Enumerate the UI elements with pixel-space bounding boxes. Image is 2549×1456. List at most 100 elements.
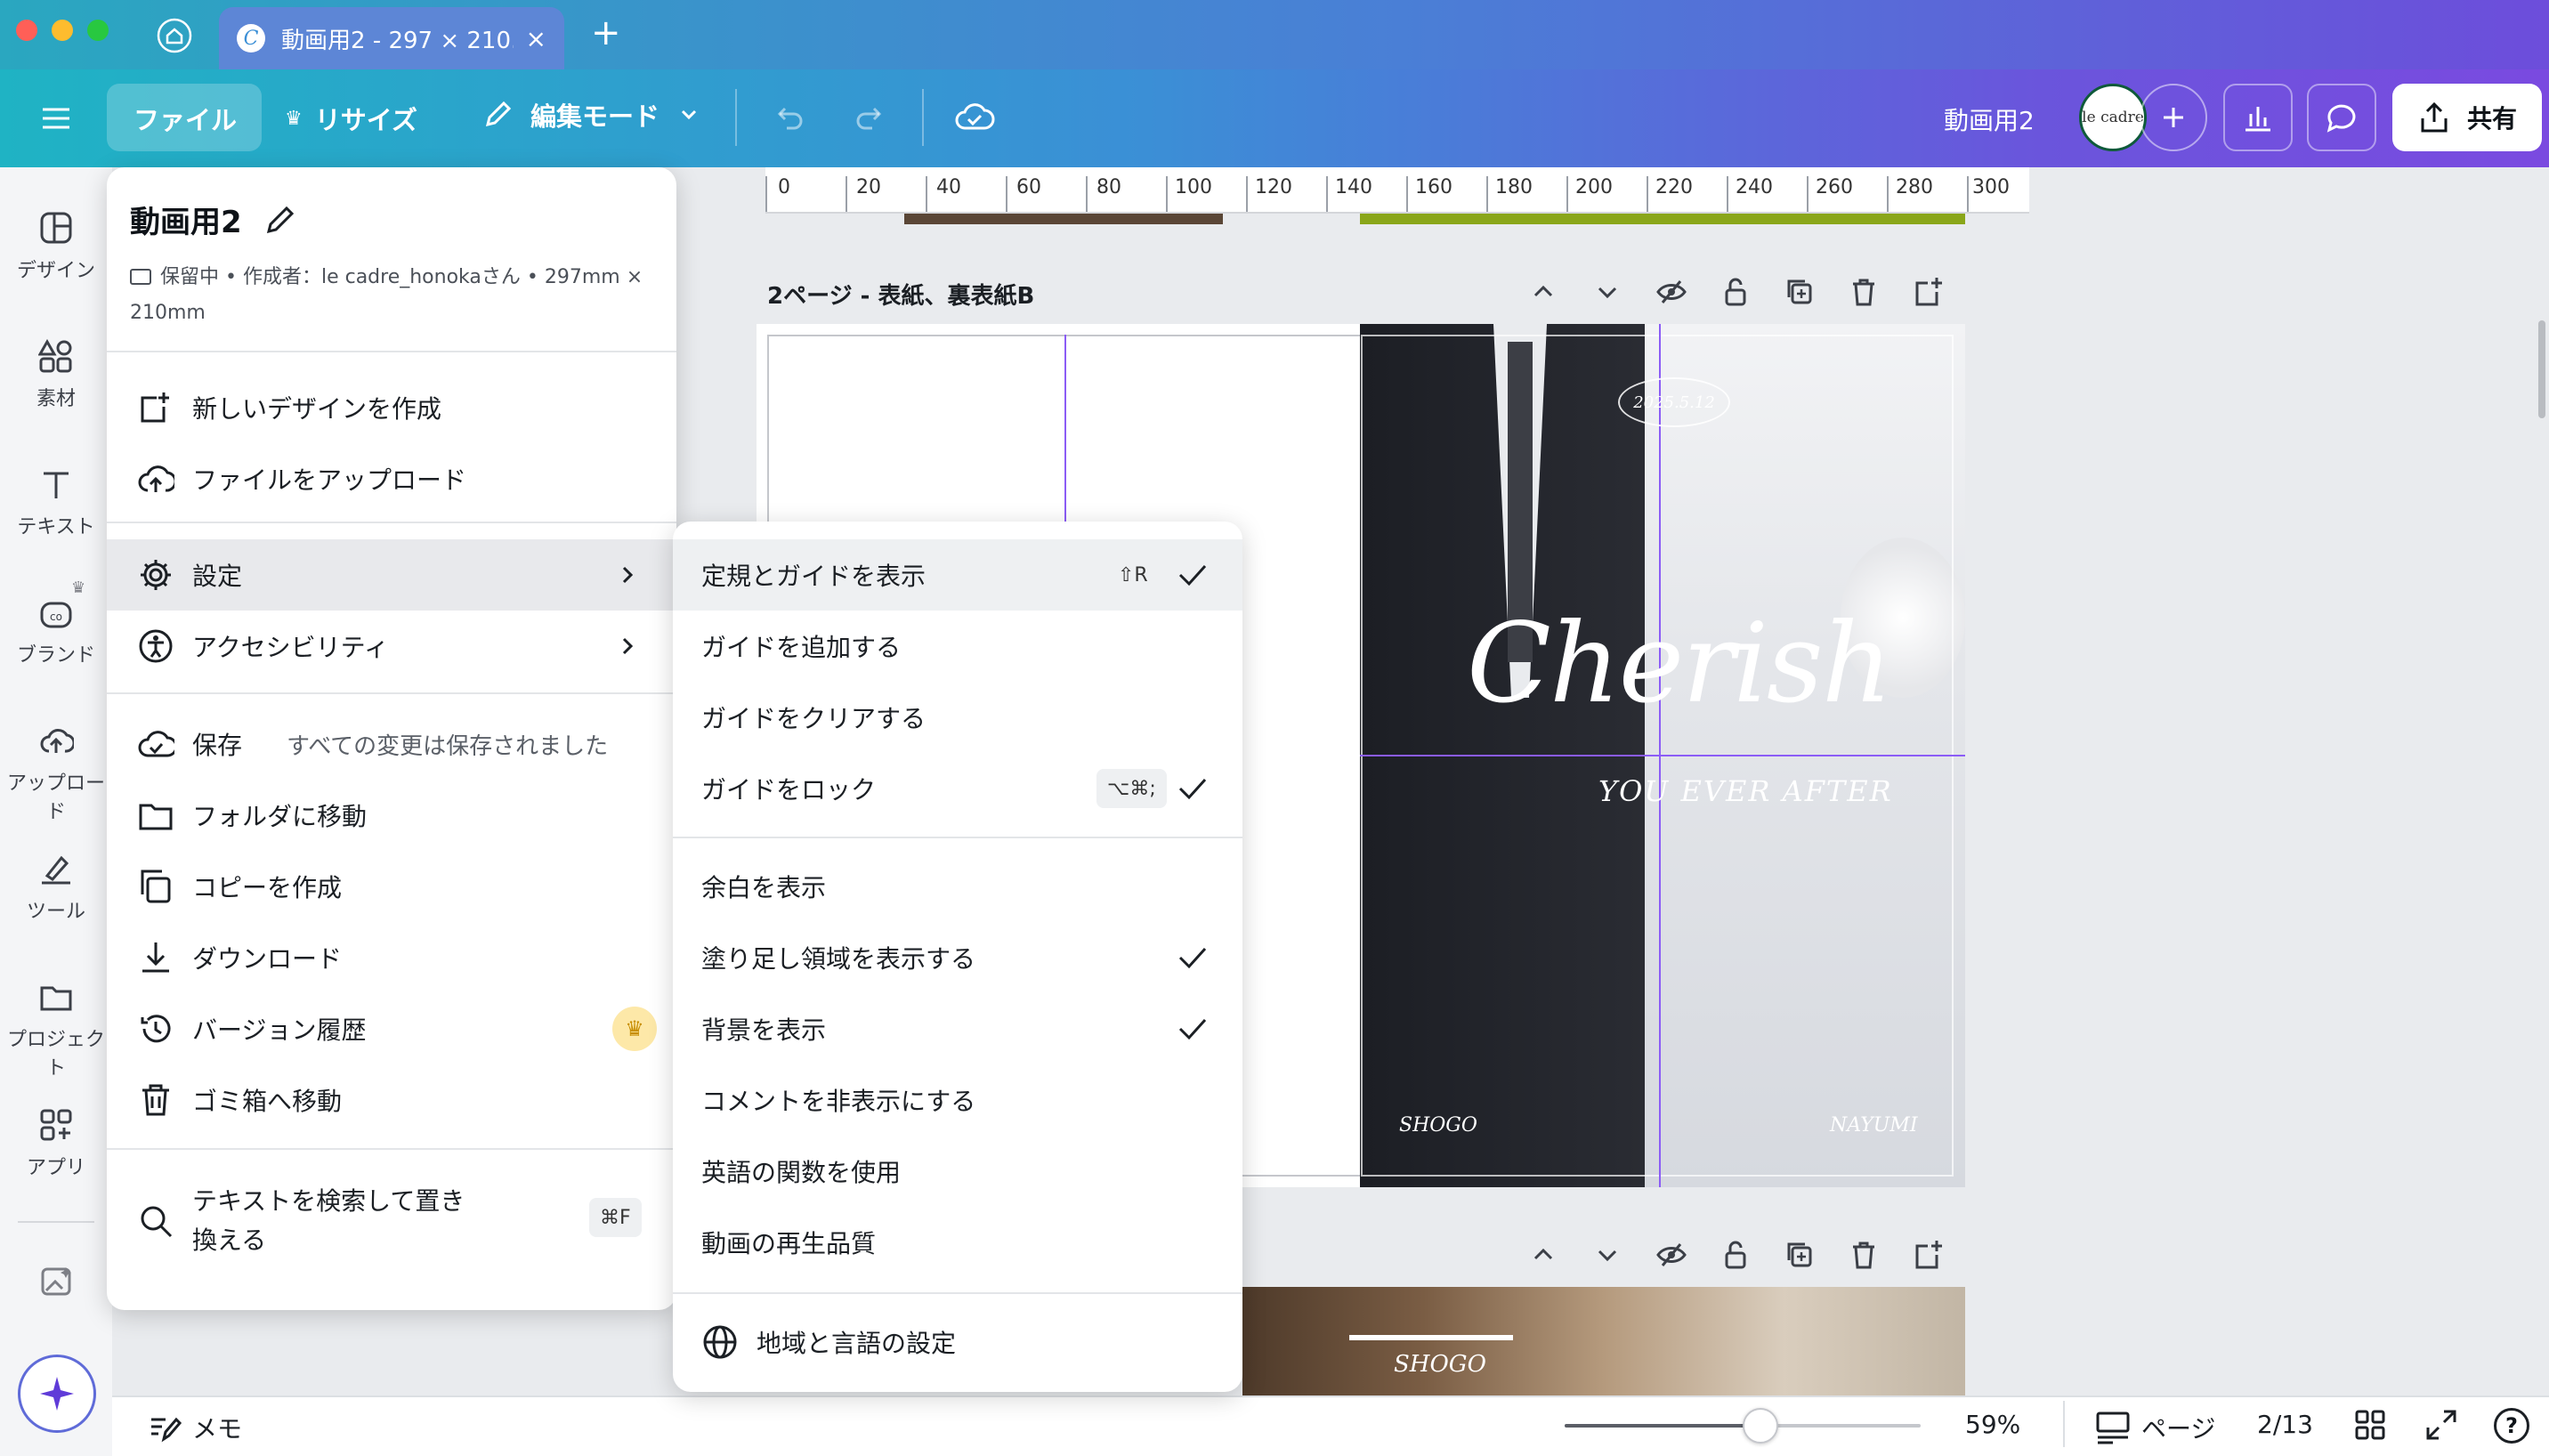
menu-item-label: コピーを作成: [192, 873, 343, 902]
new-design-item[interactable]: 新しいデザインを作成: [107, 372, 676, 443]
eye-off-icon[interactable]: [1655, 1239, 1687, 1271]
canva-ai-button[interactable]: [18, 1355, 96, 1433]
comments-button[interactable]: [2307, 84, 2376, 151]
accessibility-item[interactable]: アクセシビリティ: [107, 611, 676, 682]
design-meta: 保留中 • 作成者：le cadre_honokaさん • 297mm × 21…: [130, 260, 664, 331]
clear-guides-item[interactable]: ガイドをクリアする: [673, 682, 1242, 753]
add-page-icon[interactable]: [1912, 276, 1944, 308]
pencil-icon[interactable]: [263, 203, 297, 237]
avatar[interactable]: le cadre: [2079, 84, 2147, 151]
chevron-down-icon[interactable]: [1591, 276, 1623, 308]
sidebar-item-tools[interactable]: ツール: [0, 851, 112, 924]
title-bar: C 動画用2 - 297 × 210... × +: [0, 0, 2549, 69]
previous-page-strip-accent: [1360, 214, 1965, 224]
canva-logo-icon: C: [237, 24, 265, 53]
undo-icon[interactable]: [771, 100, 806, 139]
hamburger-menu-icon[interactable]: [39, 101, 73, 135]
close-window-button[interactable]: [16, 20, 37, 41]
english-functions-item[interactable]: 英語の関数を使用: [673, 1136, 1242, 1207]
zoom-slider-thumb[interactable]: [1743, 1408, 1778, 1444]
shortcut-badge: ⌘F: [589, 1198, 642, 1237]
checkmark-icon: [1178, 564, 1207, 586]
lock-icon[interactable]: [1720, 276, 1752, 308]
groom-name: SHOGO: [1399, 1114, 1477, 1136]
design-name-label[interactable]: 動画用2: [1944, 101, 2035, 137]
duplicate-icon[interactable]: [1784, 276, 1816, 308]
menu-item-label: 定規とガイドを表示: [701, 562, 927, 591]
duplicate-icon[interactable]: [1784, 1239, 1816, 1271]
menu-item-label: ゴミ箱へ移動: [192, 1087, 343, 1116]
minimize-window-button[interactable]: [52, 20, 73, 41]
design-page-3[interactable]: SHOGO: [1242, 1287, 1965, 1395]
crown-icon: ♛: [285, 107, 303, 130]
resize-button[interactable]: ♛ リサイズ: [285, 100, 417, 137]
sidebar-item-text[interactable]: テキスト: [0, 466, 112, 539]
browser-tab[interactable]: C 動画用2 - 297 × 210... ×: [219, 7, 564, 69]
sidebar-item-elements[interactable]: 素材: [0, 338, 112, 411]
add-page-icon[interactable]: [1912, 1239, 1944, 1271]
bride-name: NAYUMI: [1830, 1114, 1918, 1136]
show-background-item[interactable]: 背景を表示: [673, 993, 1242, 1064]
cloud-saved-icon[interactable]: [954, 98, 995, 139]
download-item[interactable]: ダウンロード: [107, 922, 676, 993]
home-icon[interactable]: [157, 18, 192, 53]
zoom-window-button[interactable]: [87, 20, 109, 41]
grid-view-icon[interactable]: [2353, 1408, 2387, 1445]
redo-icon[interactable]: [853, 100, 888, 139]
vertical-scrollbar[interactable]: [2538, 320, 2545, 418]
add-collaborator-button[interactable]: [2140, 84, 2207, 151]
sidebar-item-projects[interactable]: プロジェクト: [0, 979, 112, 1080]
region-language-item[interactable]: 地域と言語の設定: [673, 1306, 1242, 1378]
insights-button[interactable]: [2223, 84, 2293, 151]
ruler-tick: 160: [1415, 176, 1453, 198]
chevron-up-icon[interactable]: [1527, 276, 1559, 308]
gear-icon: [141, 560, 171, 590]
chevron-up-icon[interactable]: [1527, 1239, 1559, 1271]
plus-icon: [2164, 108, 2183, 127]
zoom-percent[interactable]: 59%: [1965, 1410, 2020, 1439]
text-icon: [44, 472, 69, 498]
fullscreen-icon[interactable]: [2424, 1408, 2458, 1445]
help-icon[interactable]: ?: [2494, 1408, 2529, 1444]
move-folder-item[interactable]: フォルダに移動: [107, 780, 676, 851]
new-tab-button[interactable]: +: [591, 12, 621, 53]
upload-item[interactable]: ファイルをアップロード: [107, 443, 676, 514]
sidebar-item-apps[interactable]: アプリ: [0, 1107, 112, 1180]
cover-photo[interactable]: 2025.5.12 Cherish YOU EVER AFTER SHOGO N…: [1360, 324, 1965, 1187]
sidebar-item-brand[interactable]: co ブランド: [0, 595, 112, 667]
share-button[interactable]: 共有: [2392, 84, 2542, 151]
trash-item[interactable]: ゴミ箱へ移動: [107, 1064, 676, 1136]
save-item[interactable]: 保存 すべての変更は保存されました: [107, 708, 676, 780]
hide-comments-item[interactable]: コメントを非表示にする: [673, 1064, 1242, 1136]
bar-chart-icon: [2246, 107, 2270, 132]
menu-item-label: 背景を表示: [701, 1015, 827, 1045]
edit-mode-button[interactable]: 編集モード: [481, 96, 702, 133]
version-history-item[interactable]: バージョン履歴 ♛: [107, 993, 676, 1064]
notes-button[interactable]: メモ: [148, 1410, 242, 1445]
make-copy-item[interactable]: コピーを作成: [107, 851, 676, 922]
trash-icon[interactable]: [1848, 276, 1880, 308]
edit-mode-label: 編集モード: [530, 101, 660, 132]
page3-name: SHOGO: [1394, 1351, 1486, 1378]
pages-button[interactable]: ページ: [2095, 1410, 2215, 1445]
magic-media-icon[interactable]: [39, 1264, 75, 1303]
zoom-slider-track[interactable]: [1565, 1408, 1921, 1444]
video-quality-item[interactable]: 動画の再生品質: [673, 1207, 1242, 1278]
show-bleed-item[interactable]: 塗り足し領域を表示する: [673, 922, 1242, 993]
trash-icon[interactable]: [1848, 1239, 1880, 1271]
chevron-down-icon[interactable]: [1591, 1239, 1623, 1271]
add-guide-item[interactable]: ガイドを追加する: [673, 611, 1242, 682]
sidebar-item-uploads[interactable]: アップロード: [0, 723, 112, 824]
comment-icon: [2326, 104, 2356, 133]
sidebar-item-design[interactable]: デザイン: [0, 210, 112, 283]
eye-off-icon[interactable]: [1655, 276, 1687, 308]
save-status: すべての変更は保存されました: [287, 732, 609, 760]
close-tab-icon[interactable]: ×: [526, 24, 546, 53]
lock-icon[interactable]: [1720, 1239, 1752, 1271]
show-margins-item[interactable]: 余白を表示: [673, 851, 1242, 922]
settings-item[interactable]: 設定: [107, 539, 676, 611]
notes-label: メモ: [192, 1414, 243, 1444]
menu-item-label: ファイルをアップロード: [192, 465, 467, 495]
menu-item-label: 新しいデザインを作成: [192, 394, 442, 424]
crown-icon: ♛: [71, 578, 86, 597]
